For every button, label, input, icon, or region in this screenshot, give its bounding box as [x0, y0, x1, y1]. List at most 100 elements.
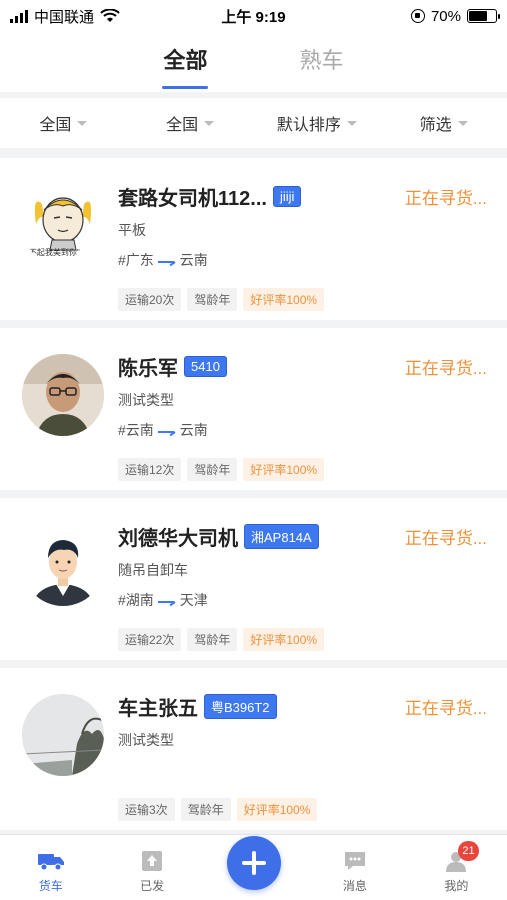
trips-tag: 运输22次 [118, 628, 182, 651]
filter-sort-label: 默认排序 [276, 117, 341, 134]
route-to: 天津 [179, 592, 208, 608]
tab-mine-label: 我的 [444, 879, 469, 893]
carrier-name: 中国联通 [34, 8, 95, 26]
tab-familiar-trucks[interactable]: 熟车 [300, 43, 344, 81]
rating-tag: 好评率100% [243, 458, 325, 481]
driver-name: 刘德华大司机 [118, 528, 238, 550]
filter-origin-label: 全国 [39, 117, 72, 134]
signal-icon [10, 9, 28, 23]
route-from: #湖南 [118, 592, 154, 608]
tab-trucks-label: 货车 [38, 879, 63, 893]
driving-years-tag: 驾龄年 [187, 628, 238, 651]
status-text: 正在寻货... [404, 529, 487, 548]
avatar: "不起我美到你" [22, 184, 104, 266]
tags: 运输12次 驾龄年 好评率100% [118, 458, 325, 481]
tab-messages-label: 消息 [342, 879, 367, 893]
sky-photo-avatar [22, 694, 104, 776]
avatar [22, 354, 104, 436]
route-from: #广东 [118, 252, 154, 268]
status-bar: 中国联通 上午 9:19 70% [0, 0, 507, 32]
plate-badge: 粤B396T2 [204, 694, 277, 719]
status-text: 正在寻货... [404, 359, 487, 378]
tags: 运输22次 驾龄年 好评率100% [118, 628, 325, 651]
route-from: #云南 [118, 422, 154, 438]
filter-screen-label: 筛选 [419, 117, 452, 134]
route-arrow-icon [157, 256, 176, 264]
filter-destination-label: 全国 [166, 117, 199, 134]
driver-card[interactable]: 陈乐军 5410 正在寻货... 测试类型 #云南 云南 运输12次 驾龄年 好… [0, 328, 507, 490]
rating-tag: 好评率100% [243, 288, 325, 311]
driver-card[interactable]: "不起我美到你" 套路女司机112... jiiji 正在寻货... 平板 #广… [0, 158, 507, 320]
avatar-caption: "不起我美到你" [26, 248, 80, 257]
status-left: 中国联通 [10, 6, 180, 27]
notification-badge: 21 [458, 841, 479, 861]
trips-tag: 运输3次 [118, 798, 175, 821]
vehicle-type: 平板 [118, 222, 146, 238]
driver-list: "不起我美到你" 套路女司机112... jiiji 正在寻货... 平板 #广… [0, 158, 507, 838]
tab-posted-label: 已发 [140, 879, 165, 893]
truck-icon [37, 849, 64, 873]
name-row: 陈乐军 5410 [118, 352, 227, 381]
trips-tag: 运输20次 [118, 288, 182, 311]
avatar [22, 694, 104, 776]
battery-icon [467, 9, 500, 23]
tab-mine[interactable]: 21 我的 [406, 841, 507, 894]
add-button[interactable] [226, 836, 281, 890]
top-tabs: 全部 熟车 [0, 32, 507, 92]
route-to: 云南 [179, 252, 208, 268]
route-to: 云南 [179, 422, 208, 438]
status-text: 正在寻货... [404, 699, 487, 718]
filter-screen[interactable]: 筛选 [380, 111, 507, 135]
message-icon [342, 849, 368, 873]
trips-tag: 运输12次 [118, 458, 182, 481]
tags: 运输3次 驾龄年 好评率100% [118, 798, 318, 821]
plate-badge: 湘AP814A [244, 524, 319, 549]
man-photo-avatar [22, 354, 104, 436]
filter-origin[interactable]: 全国 [0, 111, 127, 135]
plate-badge: 5410 [184, 356, 227, 377]
rating-tag: 好评率100% [243, 628, 325, 651]
route-arrow-icon [157, 426, 176, 434]
driving-years-tag: 驾龄年 [187, 288, 238, 311]
tab-posted[interactable]: 已发 [101, 849, 202, 894]
driver-card[interactable]: 刘德华大司机 湘AP814A 正在寻货... 随吊自卸车 #湖南 天津 运输22… [0, 498, 507, 660]
driver-card[interactable]: 车主张五 粤B396T2 正在寻货... 测试类型 运输3次 驾龄年 好评率10… [0, 668, 507, 830]
caret-down-icon [346, 120, 357, 126]
driver-name: 车主张五 [118, 698, 198, 720]
status-right: 70% [327, 7, 500, 25]
driving-years-tag: 驾龄年 [187, 458, 238, 481]
tab-trucks[interactable]: 货车 [0, 849, 101, 894]
plus-icon [241, 851, 266, 875]
filter-destination[interactable]: 全国 [127, 111, 254, 135]
driving-years-tag: 驾龄年 [180, 798, 231, 821]
upload-icon [139, 849, 165, 873]
wifi-icon [100, 9, 120, 22]
route-arrow-icon [157, 596, 176, 604]
vehicle-type: 测试类型 [118, 392, 174, 408]
clock: 上午 9:19 [221, 8, 286, 26]
orientation-lock-icon [410, 9, 425, 23]
tags: 运输20次 驾龄年 好评率100% [118, 288, 325, 311]
plate-badge: jiiji [272, 186, 302, 207]
status-text: 正在寻货... [404, 189, 487, 208]
vehicle-type: 随吊自卸车 [118, 562, 188, 578]
battery-percent: 70% [430, 7, 461, 25]
caret-down-icon [457, 120, 468, 126]
name-row: 车主张五 粤B396T2 [118, 692, 277, 721]
illustrated-man-avatar [22, 524, 104, 606]
tab-all[interactable]: 全部 [163, 43, 207, 81]
caret-down-icon [204, 120, 215, 126]
vehicle-type: 测试类型 [118, 732, 174, 748]
route: #云南 云南 [118, 420, 208, 440]
route: #湖南 天津 [118, 590, 208, 610]
route: #广东 云南 [118, 250, 208, 270]
rating-tag: 好评率100% [236, 798, 318, 821]
filter-bar: 全国 全国 默认排序 筛选 [0, 98, 507, 148]
avatar [22, 524, 104, 606]
caret-down-icon [77, 120, 88, 126]
driver-name: 套路女司机112... [118, 188, 267, 210]
tab-messages[interactable]: 消息 [304, 849, 405, 894]
driver-name: 陈乐军 [118, 358, 178, 380]
name-row: 套路女司机112... jiiji [118, 182, 302, 211]
filter-sort[interactable]: 默认排序 [254, 111, 381, 135]
